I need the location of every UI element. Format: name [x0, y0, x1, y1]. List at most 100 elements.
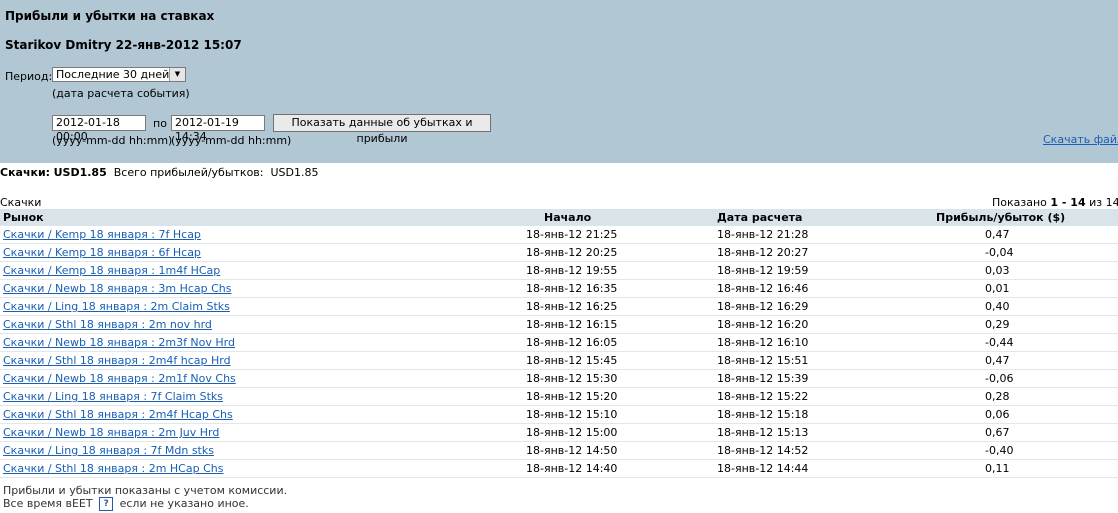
settle-cell: 18-янв-12 16:46 — [717, 282, 809, 295]
timezone-note: Все время вЕЕТ ? если не указано иное. — [3, 497, 249, 511]
settle-cell: 18-янв-12 14:44 — [717, 462, 809, 475]
market-link[interactable]: Скачки / Newb 18 января : 2m1f Nov Chs — [3, 372, 236, 385]
col-start[interactable]: Начало — [544, 211, 591, 224]
table-row: Скачки / Ling 18 января : 7f Mdn stks 18… — [0, 442, 1118, 460]
settle-cell: 18-янв-12 14:52 — [717, 444, 809, 457]
period-label: Период: — [5, 70, 53, 83]
market-link[interactable]: Скачки / Sthl 18 января : 2m nov hrd — [3, 318, 212, 331]
table-row: Скачки / Kemp 18 января : 1m4f HCap 18-я… — [0, 262, 1118, 280]
filter-panel: Прибыли и убытки на ставках Starikov Dmi… — [0, 0, 1118, 163]
pl-cell: 0,29 — [985, 318, 1010, 331]
settle-cell: 18-янв-12 16:10 — [717, 336, 809, 349]
to-label: по — [153, 117, 167, 130]
show-pl-button[interactable]: Показать данные об убытках и прибыли — [273, 114, 491, 145]
start-cell: 18-янв-12 15:30 — [526, 372, 618, 385]
market-link[interactable]: Скачки / Sthl 18 января : 2m4f Hcap Chs — [3, 408, 233, 421]
settle-cell: 18-янв-12 15:39 — [717, 372, 809, 385]
start-cell: 18-янв-12 14:50 — [526, 444, 618, 457]
market-link[interactable]: Скачки / Newb 18 января : 3m Hcap Chs — [3, 282, 232, 295]
from-format-hint: (yyyy-mm-dd hh:mm) — [52, 134, 173, 147]
pl-cell: 0,03 — [985, 264, 1010, 277]
table-row: Скачки / Sthl 18 января : 2m nov hrd 18-… — [0, 316, 1118, 334]
pl-table-body: Скачки / Kemp 18 января : 7f Hcap 18-янв… — [0, 226, 1118, 478]
table-row: Скачки / Sthl 18 января : 2m HCap Chs 18… — [0, 460, 1118, 478]
col-market[interactable]: Рынок — [3, 211, 44, 224]
start-cell: 18-янв-12 15:00 — [526, 426, 618, 439]
table-row: Скачки / Kemp 18 января : 6f Hcap 18-янв… — [0, 244, 1118, 262]
commission-note: Прибыли и убытки показаны с учетом комис… — [3, 484, 288, 497]
start-cell: 18-янв-12 20:25 — [526, 246, 618, 259]
table-row: Скачки / Sthl 18 января : 2m4f Hcap Chs … — [0, 406, 1118, 424]
market-link[interactable]: Скачки / Kemp 18 января : 1m4f HCap — [3, 264, 220, 277]
market-link[interactable]: Скачки / Sthl 18 января : 2m4f hcap Hrd — [3, 354, 231, 367]
start-cell: 18-янв-12 16:05 — [526, 336, 618, 349]
pl-cell: 0,06 — [985, 408, 1010, 421]
start-cell: 18-янв-12 15:10 — [526, 408, 618, 421]
total-label: Всего прибылей/убытков: — [113, 166, 264, 179]
total-value: USD1.85 — [270, 166, 319, 179]
pl-cell: 0,67 — [985, 426, 1010, 439]
start-cell: 18-янв-12 16:15 — [526, 318, 618, 331]
help-icon[interactable]: ? — [99, 497, 114, 511]
pl-cell: 0,11 — [985, 462, 1010, 475]
shown-range: 1 - 14 — [1050, 196, 1086, 209]
period-select[interactable]: Последние 30 дней ▼ — [52, 67, 186, 82]
settle-cell: 18-янв-12 16:29 — [717, 300, 809, 313]
market-link[interactable]: Скачки / Newb 18 января : 2m3f Nov Hrd — [3, 336, 235, 349]
pl-cell: 0,40 — [985, 300, 1010, 313]
start-cell: 18-янв-12 16:25 — [526, 300, 618, 313]
col-settle[interactable]: Дата расчета — [717, 211, 802, 224]
start-cell: 18-янв-12 21:25 — [526, 228, 618, 241]
chevron-down-icon[interactable]: ▼ — [169, 68, 185, 81]
pl-cell: -0,04 — [985, 246, 1014, 259]
pl-cell: 0,28 — [985, 390, 1010, 403]
settle-cell: 18-янв-12 15:51 — [717, 354, 809, 367]
download-file-link[interactable]: Скачать файл — [1043, 133, 1118, 146]
pl-cell: 0,01 — [985, 282, 1010, 295]
pl-cell: -0,06 — [985, 372, 1014, 385]
table-row: Скачки / Kemp 18 января : 7f Hcap 18-янв… — [0, 226, 1118, 244]
pl-cell: 0,47 — [985, 354, 1010, 367]
settle-cell: 18-янв-12 15:13 — [717, 426, 809, 439]
start-cell: 18-янв-12 19:55 — [526, 264, 618, 277]
market-link[interactable]: Скачки / Kemp 18 января : 6f Hcap — [3, 246, 201, 259]
shown-prefix: Показано — [992, 196, 1047, 209]
table-header: Рынок Начало Дата расчета Прибыль/убыток… — [0, 209, 1118, 226]
start-cell: 18-янв-12 14:40 — [526, 462, 618, 475]
settle-cell: 18-янв-12 16:20 — [717, 318, 809, 331]
user-datetime: Starikov Dmitry 22-янв-2012 15:07 — [5, 38, 242, 52]
market-link[interactable]: Скачки / Ling 18 января : 7f Mdn stks — [3, 444, 214, 457]
market-link[interactable]: Скачки / Ling 18 января : 7f Claim Stks — [3, 390, 223, 403]
market-link[interactable]: Скачки / Kemp 18 января : 7f Hcap — [3, 228, 201, 241]
table-row: Скачки / Ling 18 января : 7f Claim Stks … — [0, 388, 1118, 406]
summary-line: Скачки: USD1.85 Всего прибылей/убытков: … — [0, 166, 319, 179]
start-cell: 18-янв-12 15:45 — [526, 354, 618, 367]
from-date-input[interactable]: 2012-01-18 00:00 — [52, 115, 146, 143]
start-cell: 18-янв-12 16:35 — [526, 282, 618, 295]
timezone-note-suffix: если не указано иное. — [119, 497, 249, 510]
table-row: Скачки / Newb 18 января : 2m Juv Hrd 18-… — [0, 424, 1118, 442]
settle-cell: 18-янв-12 15:18 — [717, 408, 809, 421]
to-date-input[interactable]: 2012-01-19 14:34 — [171, 115, 265, 143]
settle-cell: 18-янв-12 21:28 — [717, 228, 809, 241]
page-title: Прибыли и убытки на ставках — [5, 9, 215, 23]
period-hint: (дата расчета события) — [52, 87, 190, 100]
table-row: Скачки / Newb 18 января : 2m3f Nov Hrd 1… — [0, 334, 1118, 352]
timezone-note-prefix: Все время вЕЕТ — [3, 497, 93, 510]
pl-cell: -0,40 — [985, 444, 1014, 457]
settle-cell: 18-янв-12 19:59 — [717, 264, 809, 277]
summary-label: Скачки: — [0, 166, 51, 179]
pl-cell: 0,47 — [985, 228, 1010, 241]
pl-cell: -0,44 — [985, 336, 1014, 349]
shown-suffix: из 14 ры — [1089, 196, 1118, 209]
market-link[interactable]: Скачки / Ling 18 января : 2m Claim Stks — [3, 300, 230, 313]
market-link[interactable]: Скачки / Sthl 18 января : 2m HCap Chs — [3, 462, 223, 475]
section-label: Скачки — [0, 196, 42, 209]
settle-cell: 18-янв-12 15:22 — [717, 390, 809, 403]
col-pl[interactable]: Прибыль/убыток ($) — [936, 211, 1065, 224]
settle-cell: 18-янв-12 20:27 — [717, 246, 809, 259]
to-format-hint: (yyyy-mm-dd hh:mm) — [171, 134, 292, 147]
summary-value: USD1.85 — [53, 166, 107, 179]
market-link[interactable]: Скачки / Newb 18 января : 2m Juv Hrd — [3, 426, 219, 439]
table-row: Скачки / Sthl 18 января : 2m4f hcap Hrd … — [0, 352, 1118, 370]
